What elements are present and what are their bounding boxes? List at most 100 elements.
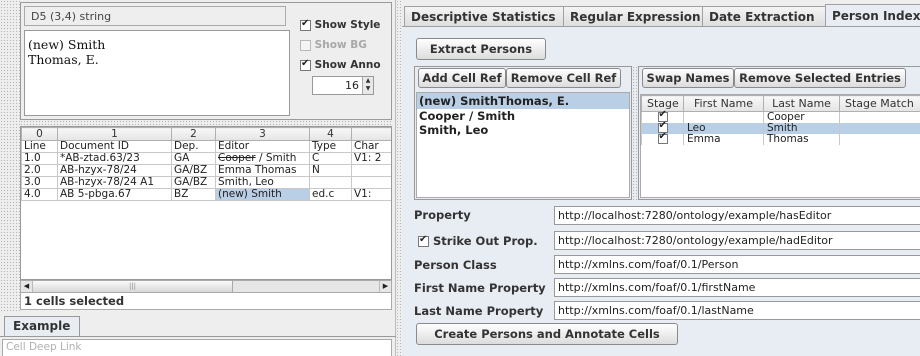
table-cell-editor[interactable]: Cooper / Smith (215, 152, 310, 165)
tab-date-extraction[interactable]: Date Extraction (702, 6, 826, 26)
table-cell[interactable]: AB-hzyx-78/24 A1 (57, 176, 172, 189)
table-cell[interactable]: ed.c (309, 188, 352, 201)
last-name-cell[interactable]: Thomas (763, 133, 840, 145)
column-header[interactable]: 0 (21, 127, 58, 141)
table-cell[interactable]: 3.0 (21, 176, 58, 189)
column-header[interactable]: Last Name (763, 95, 840, 112)
table-cell[interactable]: 4.0 (21, 188, 58, 201)
table-cell[interactable]: AB-hzyx-78/24 (57, 164, 172, 177)
table-cell[interactable]: 1.0 (21, 152, 58, 165)
stage-match-cell[interactable]: 2 (839, 133, 920, 145)
first-name-cell[interactable]: Emma (683, 133, 764, 145)
status-text: 1 cells selected (24, 294, 125, 308)
table-cell[interactable]: GA/BZ (171, 164, 216, 177)
column-header[interactable]: 3 (215, 127, 310, 141)
remove-selected-entries-button[interactable]: Remove Selected Entries (734, 68, 906, 88)
show-style-toggle[interactable]: Show Style (300, 18, 381, 31)
table-cell[interactable]: V1: (351, 188, 391, 201)
table-cell[interactable] (351, 164, 391, 177)
list-item[interactable]: Smith, Leo (417, 123, 629, 137)
stage-match-cell[interactable]: 3 (839, 122, 920, 134)
first-name-cell[interactable]: Leo (683, 122, 764, 134)
create-persons-button[interactable]: Create Persons and Annotate Cells (416, 323, 678, 345)
cell-ref-list: (new) SmithThomas, E. Cooper / Smith Smi… (416, 92, 630, 198)
last-name-property-field[interactable]: http://xmlns.com/foaf/0.1/lastName (554, 301, 920, 320)
table-cell[interactable]: Emma Thomas (215, 164, 310, 177)
person-class-field[interactable]: http://xmlns.com/foaf/0.1/Person (554, 255, 920, 274)
spinner-down-icon[interactable]: ▼ (363, 85, 373, 93)
show-anno-label: Show Anno (314, 59, 381, 71)
table-cell[interactable]: Editor (215, 140, 310, 153)
show-style-checkbox[interactable] (300, 18, 311, 31)
show-bg-checkbox[interactable] (300, 39, 311, 51)
tab-person-index[interactable]: Person Index (825, 4, 920, 26)
tab-regular-expression[interactable]: Regular Expression (563, 6, 703, 26)
table-cell[interactable]: Smith, Leo (215, 176, 310, 189)
table-row: 4.0 AB 5-pbga.67 BZ (new) Smith ed.c V1: (21, 188, 391, 201)
show-anno-toggle[interactable]: Show Anno (300, 58, 381, 71)
show-bg-toggle[interactable]: Show BG (300, 39, 367, 51)
list-item[interactable]: (new) SmithThomas, E. (417, 93, 629, 109)
table-row: 2.0 AB-hzyx-78/24 GA/BZ Emma Thomas N (21, 164, 391, 177)
add-cell-ref-button[interactable]: Add Cell Ref (418, 68, 506, 88)
column-header[interactable]: 2 (171, 127, 216, 141)
extract-persons-button[interactable]: Extract Persons (416, 38, 546, 60)
table-cell[interactable]: GA/BZ (171, 176, 216, 189)
stage-checkbox[interactable] (657, 132, 668, 144)
table-cell[interactable]: C (309, 152, 352, 165)
table-cell[interactable]: *AB-ztad.63/23 (57, 152, 172, 165)
table-cell[interactable]: 2.0 (21, 164, 58, 177)
first-name-property-field[interactable]: http://xmlns.com/foaf/0.1/firstName (554, 278, 920, 297)
table-cell[interactable] (309, 176, 352, 189)
strike-out-toggle[interactable]: Strike Out Prop. (418, 234, 538, 248)
table-cell[interactable]: Document ID (57, 140, 172, 153)
first-name-cell[interactable] (683, 111, 764, 123)
last-name-property-label: Last Name Property (414, 304, 544, 318)
show-anno-checkbox[interactable] (300, 58, 311, 71)
table-row[interactable]: Cooper 1 (641, 110, 920, 123)
swap-names-button[interactable]: Swap Names (642, 68, 734, 88)
column-header[interactable]: 1 (57, 127, 172, 141)
last-name-cell[interactable]: Smith (763, 122, 840, 134)
table-cell[interactable]: Dep. (171, 140, 216, 153)
stage-cell[interactable] (641, 132, 684, 145)
table-cell[interactable]: N (309, 164, 352, 177)
strike-out-field[interactable]: http://localhost:7280/ontology/example/h… (554, 231, 920, 250)
table-cell[interactable]: BZ (171, 188, 216, 201)
table-cell[interactable]: AB 5-pbga.67 (57, 188, 172, 201)
editor-suffix-text: / Smith (255, 152, 297, 164)
spreadsheet: 0 1 2 3 4 Line Document ID Dep. Editor T… (20, 126, 392, 280)
column-header[interactable]: First Name (683, 95, 764, 112)
table-cell[interactable] (351, 176, 391, 189)
property-field[interactable]: http://localhost:7280/ontology/example/h… (554, 206, 920, 225)
strike-out-checkbox[interactable] (418, 234, 429, 247)
table-cell-selected[interactable]: (new) Smith (215, 188, 310, 201)
spinner-up-icon[interactable]: ▲ (363, 77, 373, 85)
table-row[interactable]: Emma Thomas 2 (641, 132, 920, 145)
table-cell[interactable]: Type (309, 140, 352, 153)
font-size-spinner-buttons[interactable]: ▲ ▼ (362, 77, 373, 94)
horizontal-scrollbar[interactable]: ◀ ||| ▶ (20, 280, 392, 293)
table-cell[interactable]: Char (351, 140, 391, 153)
column-header[interactable]: 4 (309, 127, 352, 141)
stage-match-cell[interactable]: 1 (839, 111, 920, 123)
tab-example[interactable]: Example (4, 316, 80, 336)
column-header[interactable]: Stage Match (839, 95, 920, 112)
last-name-cell[interactable]: Cooper (763, 111, 840, 123)
deep-link-field[interactable]: Cell Deep Link (2, 339, 392, 356)
table-cell[interactable]: GA (171, 152, 216, 165)
show-style-label: Show Style (314, 19, 381, 31)
tab-example-label: Example (13, 319, 71, 333)
tab-descriptive-statistics[interactable]: Descriptive Statistics (404, 6, 564, 26)
table-cell[interactable]: Line (21, 140, 58, 153)
scroll-left-icon[interactable]: ◀ (21, 281, 33, 292)
table-cell[interactable]: V1: 2 (351, 152, 391, 165)
column-header[interactable] (351, 127, 391, 141)
table-row[interactable]: Leo Smith 3 (641, 121, 920, 134)
list-item[interactable]: Cooper / Smith (417, 109, 629, 123)
remove-cell-ref-button[interactable]: Remove Cell Ref (506, 68, 621, 88)
scroll-thumb[interactable]: ||| (33, 281, 233, 292)
strike-out-value: http://localhost:7280/ontology/example/h… (558, 234, 833, 247)
cell-text-area[interactable]: (new) Smith Thomas, E. (24, 30, 290, 116)
scroll-right-icon[interactable]: ▶ (379, 281, 391, 292)
